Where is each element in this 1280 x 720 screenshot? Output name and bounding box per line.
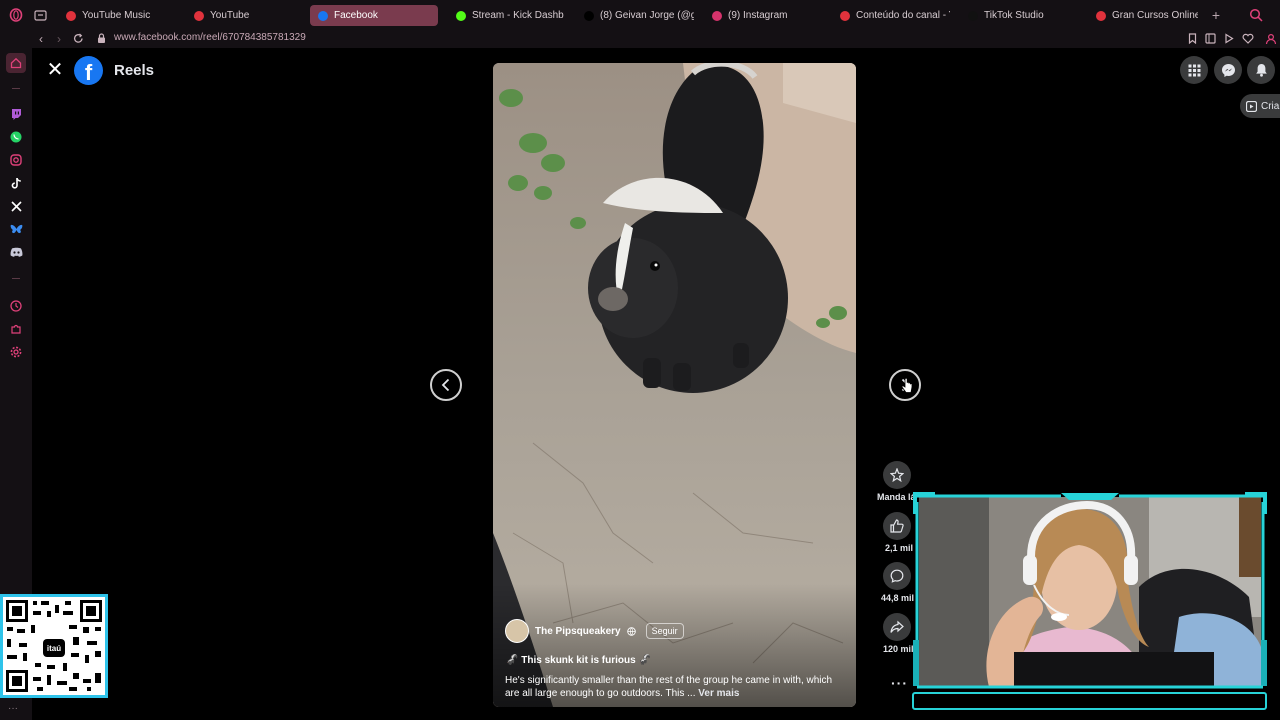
settings-icon[interactable] [8,344,24,360]
extensions-icon[interactable] [8,321,24,337]
sidebar-divider [12,88,20,89]
reel-caption-text: He's significantly smaller than the rest… [505,675,833,699]
x-icon[interactable] [8,198,24,214]
messenger-icon[interactable] [1214,56,1242,84]
comment-bubble-icon [890,569,904,583]
qr-bank-badge: itaú [43,639,65,657]
follow-button[interactable]: Seguir [645,623,684,639]
remix-button[interactable] [883,461,911,489]
webcam-frame [913,492,1267,689]
whatsapp-icon[interactable] [8,129,24,145]
tab-label: Gran Cursos Online [1112,10,1198,21]
youtube-icon [194,10,204,21]
reel-caption-title: 🦨 This skunk kit is furious 🦨 [506,655,651,666]
lock-icon[interactable] [94,31,108,47]
menu-grid-icon[interactable] [1180,56,1208,84]
facebook-icon [318,10,328,21]
skunk-video-frame [493,63,856,707]
url-input[interactable]: www.facebook.com/reel/670784385781329 [114,32,306,43]
globe-icon [626,626,636,636]
history-icon[interactable] [8,298,24,314]
home-icon[interactable] [6,53,26,73]
tab-label: Conteúdo do canal - YouTube [856,10,950,21]
notifications-bell-icon[interactable] [1247,56,1275,84]
browser-tab[interactable]: Gran Cursos Online [1088,5,1198,26]
opera-menu-icon[interactable] [4,0,28,30]
tab-label: (9) Instagram [728,10,788,21]
browser-tab[interactable]: TikTok Studio [960,5,1078,26]
author-name[interactable]: The Pipsqueakery [535,626,621,637]
more-options-icon[interactable]: ··· [891,675,908,691]
share-arrow-icon [890,620,904,633]
mouse-cursor-icon [901,377,913,399]
share-button[interactable] [883,613,911,641]
reel-video[interactable] [493,63,856,707]
create-reel-label: Cria [1261,100,1280,112]
discord-icon[interactable] [8,244,24,260]
tab-label: (8) Geivan Jorge (@geivan [600,10,694,21]
instagram-icon[interactable] [8,152,24,168]
search-tabs-icon[interactable] [1249,8,1263,22]
previous-reel-button[interactable] [430,369,462,401]
tab-label: TikTok Studio [984,10,1044,21]
browser-tab[interactable]: Facebook [310,5,438,26]
kick-icon [456,10,466,21]
tab-label: YouTube Music [82,10,151,21]
youtube-music-icon [66,10,76,21]
tiktok-icon [968,10,978,21]
like-button[interactable] [883,512,911,540]
browser-tab[interactable]: (9) Instagram [704,5,824,26]
reel-author[interactable]: The Pipsqueakery Seguir [505,619,684,643]
chevron-left-icon [441,378,450,392]
thumbs-up-icon [890,519,904,533]
facebook-logo-icon[interactable]: f [74,56,103,85]
twitch-icon[interactable] [8,106,24,122]
back-icon[interactable]: ‹ [34,31,48,47]
create-reel-icon [1246,100,1257,112]
tab-label: YouTube [210,10,250,21]
sidebar-more-icon[interactable]: ··· [8,703,18,714]
youtube-icon [840,10,850,21]
close-icon[interactable]: ✕ [46,60,64,80]
comment-button[interactable] [883,562,911,590]
tab-label: Facebook [334,10,378,21]
bookmark-icon[interactable] [1185,31,1199,47]
qr-code: itaú [0,594,108,698]
sparkle-star-icon [890,468,904,482]
reload-icon[interactable] [71,31,85,47]
browser-tab[interactable]: Stream - Kick Dashboard [448,5,564,26]
profile-icon[interactable] [1264,31,1278,47]
tiktok-icon[interactable] [8,175,24,191]
tab-islands-icon[interactable] [28,0,52,30]
bluesky-icon[interactable] [8,221,24,237]
instagram-icon [712,10,722,21]
forward-icon[interactable]: › [52,31,66,47]
see-more-link[interactable]: Ver mais [698,688,739,699]
page-title: Reels [114,62,155,79]
webcam-caption-bar [912,692,1267,710]
heart-icon[interactable] [1241,31,1255,47]
tab-label: Stream - Kick Dashboard [472,10,564,21]
browser-tab[interactable]: YouTube Music [58,5,174,26]
reel-caption: He's significantly smaller than the rest… [505,674,835,700]
snapshot-icon[interactable] [1203,31,1217,47]
x-icon [584,10,594,21]
gran-cursos-icon [1096,10,1106,21]
browser-tab[interactable]: Conteúdo do canal - YouTube [832,5,950,26]
new-tab-button[interactable]: + [1208,7,1224,23]
browser-tab[interactable]: (8) Geivan Jorge (@geivan [576,5,694,26]
sidebar-divider [12,278,20,279]
player-icon[interactable] [1222,31,1236,47]
create-reel-button[interactable]: Cria [1240,94,1280,118]
avatar[interactable] [505,619,529,643]
browser-tab[interactable]: YouTube [186,5,298,26]
